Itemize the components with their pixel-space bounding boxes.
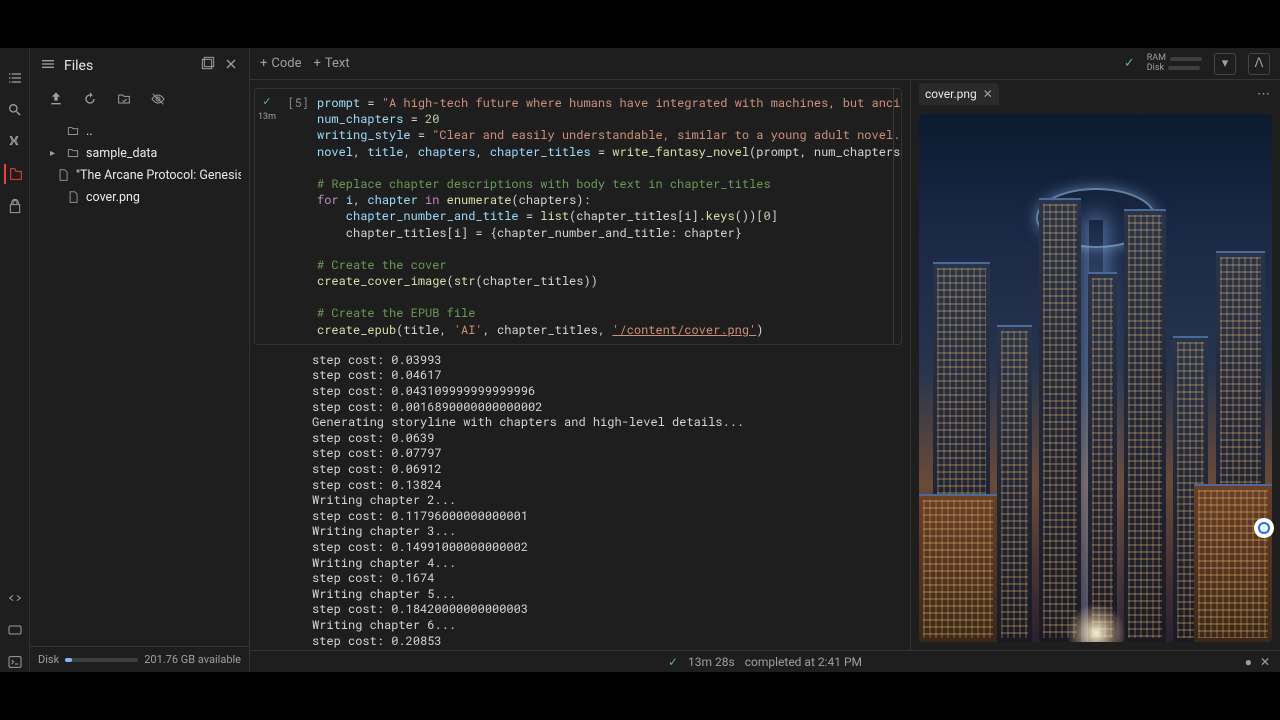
disk-status: Disk 201.76 GB available	[30, 646, 249, 672]
file-icon	[66, 189, 80, 205]
code-body[interactable]: prompt = "A high-tech future where human…	[313, 89, 901, 344]
variables-icon[interactable]	[5, 132, 25, 152]
cell-gutter: ✓ 13m	[255, 89, 279, 344]
chevron-right-icon: ▸	[50, 148, 60, 159]
file-label: "The Arcane Protocol: Genesis of T...	[76, 168, 241, 183]
toc-icon[interactable]	[5, 68, 25, 88]
file-label: ..	[86, 124, 93, 139]
check-icon: ✓	[668, 655, 678, 669]
cell-output: step cost: 0.03993 step cost: 0.04617 st…	[250, 349, 910, 650]
files-title: Files	[64, 58, 191, 74]
disk-progress	[65, 658, 138, 662]
preview-image	[919, 114, 1272, 642]
disk-bar	[1168, 66, 1200, 70]
files-icon[interactable]	[4, 164, 24, 184]
file-item-folder[interactable]: ▸ sample_data	[38, 142, 241, 164]
ruler-80	[893, 89, 894, 344]
search-icon[interactable]	[5, 100, 25, 120]
code-snippets-icon[interactable]	[5, 588, 25, 608]
app-frame: Files .. ▸ sample_data	[0, 48, 1280, 672]
folder-icon	[66, 145, 80, 161]
status-dot-icon[interactable]: ●	[1245, 655, 1252, 669]
disk-available: 201.76 GB available	[144, 653, 241, 666]
check-icon: ✓	[262, 95, 271, 108]
mount-drive-icon[interactable]	[114, 90, 134, 108]
cell-prompt: [5]	[279, 89, 313, 344]
assistant-badge[interactable]	[1254, 518, 1274, 538]
upload-icon[interactable]	[46, 90, 66, 108]
left-rail	[0, 48, 30, 672]
new-window-icon[interactable]	[199, 56, 215, 76]
files-header: Files	[30, 48, 249, 84]
secrets-icon[interactable]	[5, 196, 25, 216]
close-panel-icon[interactable]	[223, 56, 239, 76]
status-bar: ✓ 13m 28s completed at 2:41 PM ● ✕	[250, 650, 1280, 672]
file-icon	[56, 167, 70, 183]
files-panel: Files .. ▸ sample_data	[30, 48, 250, 672]
preview-tab[interactable]: cover.png ✕	[919, 83, 999, 105]
file-label: sample_data	[86, 146, 157, 161]
resource-menu-button[interactable]: ▾	[1214, 53, 1236, 75]
collapse-button[interactable]: ᐱ	[1248, 53, 1270, 75]
show-hidden-icon[interactable]	[148, 90, 168, 108]
refresh-icon[interactable]	[80, 90, 100, 108]
files-toolbar	[30, 84, 249, 118]
preview-tab-label: cover.png	[925, 87, 977, 101]
main-area: +Code +Text ✓ RAM Disk ▾ ᐱ ✓ 13m [5] pro…	[250, 48, 1280, 672]
status-duration: 13m 28s	[688, 655, 735, 669]
command-palette-icon[interactable]	[5, 620, 25, 640]
glow	[1066, 603, 1126, 642]
resource-meter[interactable]: RAM Disk	[1147, 54, 1202, 74]
file-item-epub[interactable]: "The Arcane Protocol: Genesis of T...	[38, 164, 241, 186]
file-item-parent[interactable]: ..	[38, 120, 241, 142]
disk-label: Disk	[38, 653, 59, 666]
file-tree: .. ▸ sample_data "The Arcane Protocol: G…	[30, 118, 249, 646]
file-label: cover.png	[86, 190, 140, 205]
more-icon[interactable]: ⋯	[1257, 87, 1272, 102]
notebook[interactable]: ✓ 13m [5] prompt = "A high-tech future w…	[250, 80, 910, 650]
add-text-button[interactable]: +Text	[314, 56, 350, 71]
close-icon[interactable]: ✕	[983, 87, 993, 101]
status-close-icon[interactable]: ✕	[1260, 655, 1270, 669]
code-cell[interactable]: ✓ 13m [5] prompt = "A high-tech future w…	[254, 88, 902, 345]
status-completed: completed at 2:41 PM	[745, 655, 862, 669]
connected-check-icon: ✓	[1124, 56, 1135, 71]
plus-icon: +	[260, 56, 267, 71]
preview-tabs: cover.png ✕ ⋯	[911, 80, 1280, 108]
plus-icon: +	[314, 56, 321, 71]
hamburger-icon[interactable]	[40, 56, 56, 76]
notebook-row: ✓ 13m [5] prompt = "A high-tech future w…	[250, 80, 1280, 650]
file-item-cover[interactable]: cover.png	[38, 186, 241, 208]
toolbar: +Code +Text ✓ RAM Disk ▾ ᐱ	[250, 48, 1280, 80]
cell-time: 13m	[258, 112, 276, 122]
terminal-icon[interactable]	[5, 652, 25, 672]
ram-bar	[1170, 57, 1202, 61]
folder-up-icon	[66, 123, 80, 139]
add-code-button[interactable]: +Code	[260, 56, 302, 71]
preview-panel: cover.png ✕ ⋯	[910, 80, 1280, 650]
